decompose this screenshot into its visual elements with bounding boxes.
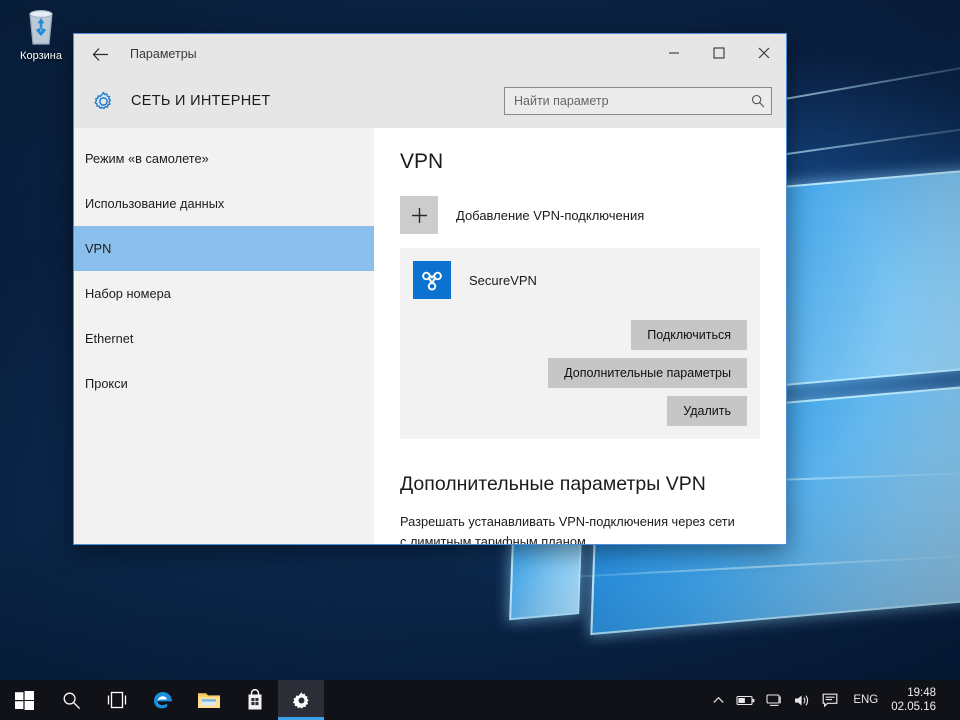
store-button[interactable]	[232, 680, 278, 720]
plus-icon[interactable]	[400, 196, 438, 234]
volume-icon[interactable]	[788, 680, 816, 720]
minimize-button[interactable]	[651, 34, 696, 72]
page-category-title: СЕТЬ И ИНТЕРНЕТ	[131, 93, 504, 109]
sidebar-item-dial-up[interactable]: Набор номера	[74, 271, 374, 316]
sidebar-item-label: Использование данных	[85, 196, 224, 211]
edge-icon	[151, 688, 175, 712]
sidebar-item-label: Прокси	[85, 376, 128, 391]
start-button[interactable]	[0, 680, 48, 720]
vpn-connection-card[interactable]: SecureVPN Подключиться Дополнительные па…	[400, 248, 760, 439]
windows-logo-icon	[15, 691, 34, 710]
close-button[interactable]	[741, 34, 786, 72]
show-hidden-icons-icon[interactable]	[704, 680, 732, 720]
recycle-bin-label: Корзина	[8, 50, 74, 63]
vpn-connection-header: SecureVPN	[413, 261, 747, 299]
maximize-button[interactable]	[696, 34, 741, 72]
window-controls[interactable]	[651, 34, 786, 72]
network-icon[interactable]	[760, 680, 788, 720]
sidebar-item-label: Режим «в самолете»	[85, 151, 209, 166]
clock-date: 02.05.16	[891, 700, 936, 714]
gear-icon	[291, 690, 312, 711]
close-icon	[758, 47, 770, 59]
search-box[interactable]	[504, 87, 772, 115]
language-indicator[interactable]: ENG	[844, 680, 887, 720]
minimize-icon	[668, 47, 680, 59]
task-view-button[interactable]	[94, 680, 140, 720]
search-icon	[62, 691, 81, 710]
maximize-icon	[713, 47, 725, 59]
vpn-action-buttons: Подключиться Дополнительные параметры Уд…	[413, 320, 747, 426]
add-vpn-connection-row[interactable]: Добавление VPN-подключения	[400, 196, 760, 234]
folder-icon	[197, 690, 221, 710]
system-tray[interactable]: ENG 19:48 02.05.16	[704, 680, 960, 720]
sidebar-item-label: Набор номера	[85, 286, 171, 301]
settings-window[interactable]: Параметры СЕТЬ И ИНТЕРНЕТ	[73, 33, 787, 545]
back-button[interactable]	[80, 35, 120, 73]
add-vpn-connection-label: Добавление VPN-подключения	[456, 208, 644, 223]
sidebar-item-ethernet[interactable]: Ethernet	[74, 316, 374, 361]
taskbar[interactable]: ENG 19:48 02.05.16	[0, 680, 960, 720]
vpn-connection-name: SecureVPN	[469, 273, 537, 288]
settings-button[interactable]	[278, 680, 324, 720]
window-title: Параметры	[130, 47, 197, 61]
remove-button[interactable]: Удалить	[667, 396, 747, 426]
task-view-icon	[106, 691, 128, 709]
settings-sidebar[interactable]: Режим «в самолете» Использование данных …	[74, 128, 374, 544]
desktop-icon-recycle-bin[interactable]: Корзина	[8, 6, 74, 63]
header-gear	[86, 90, 120, 113]
search-icon[interactable]	[745, 94, 771, 108]
battery-icon[interactable]	[732, 680, 760, 720]
search-input[interactable]	[505, 93, 745, 109]
search-button[interactable]	[48, 680, 94, 720]
action-center-icon[interactable]	[816, 680, 844, 720]
clock[interactable]: 19:48 02.05.16	[887, 680, 946, 720]
advanced-section-description: Разрешать устанавливать VPN-подключения …	[400, 512, 740, 544]
settings-header: СЕТЬ И ИНТЕРНЕТ	[74, 74, 786, 128]
settings-content: VPN Добавление VPN-подключения	[374, 128, 786, 544]
connect-button[interactable]: Подключиться	[631, 320, 747, 350]
sidebar-item-airplane-mode[interactable]: Режим «в самолете»	[74, 136, 374, 181]
advanced-section-heading: Дополнительные параметры VPN	[400, 473, 760, 496]
vpn-icon	[413, 261, 451, 299]
edge-button[interactable]	[140, 680, 186, 720]
sidebar-item-proxy[interactable]: Прокси	[74, 361, 374, 406]
advanced-options-button[interactable]: Дополнительные параметры	[548, 358, 747, 388]
file-explorer-button[interactable]	[186, 680, 232, 720]
desktop[interactable]: Корзина Параметры	[0, 0, 960, 720]
page-title: VPN	[400, 150, 760, 174]
sidebar-item-vpn[interactable]: VPN	[74, 226, 374, 271]
window-titlebar[interactable]: Параметры	[74, 34, 786, 74]
sidebar-item-label: VPN	[85, 241, 111, 256]
sidebar-item-data-usage[interactable]: Использование данных	[74, 181, 374, 226]
gear-icon	[92, 90, 115, 113]
back-arrow-icon	[92, 47, 109, 62]
clock-time: 19:48	[891, 686, 936, 700]
store-bag-icon	[245, 689, 265, 711]
recycle-bin-icon	[8, 6, 74, 48]
sidebar-item-label: Ethernet	[85, 331, 133, 346]
window-body: Режим «в самолете» Использование данных …	[74, 128, 786, 544]
